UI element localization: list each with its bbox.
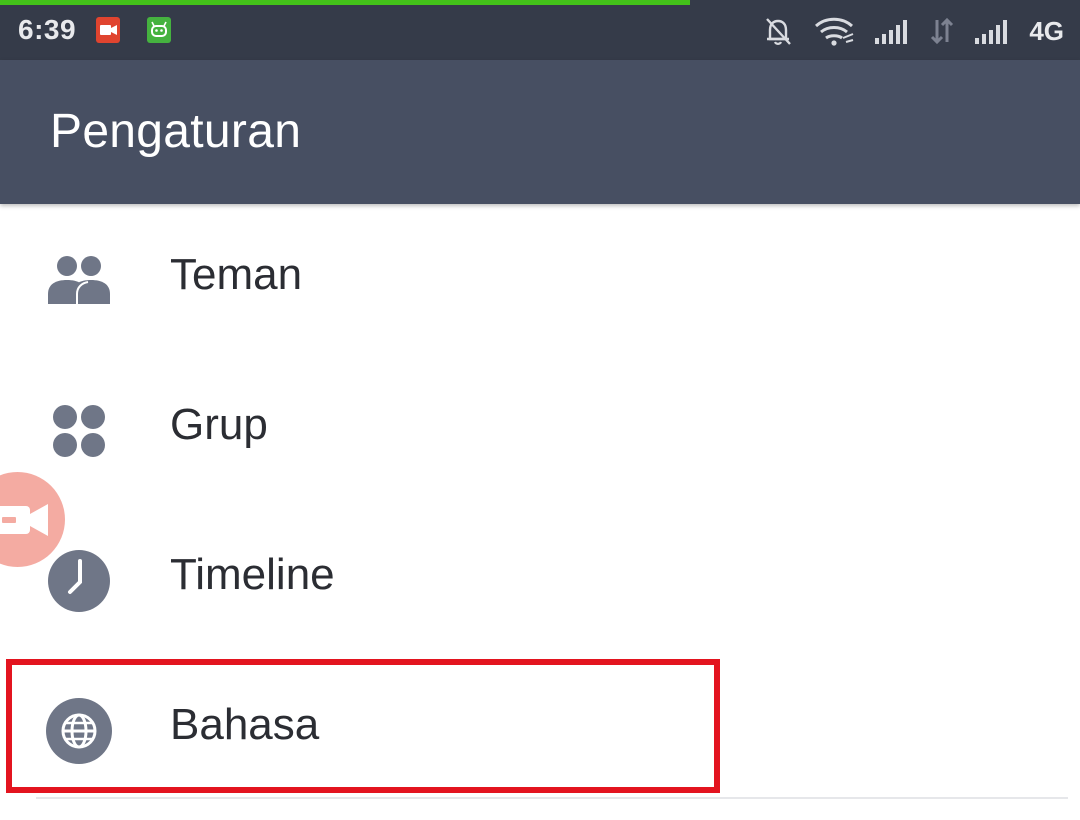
list-divider (36, 797, 1068, 799)
group-icon (53, 405, 105, 457)
silent-bell-icon (766, 18, 792, 45)
wifi-icon (815, 17, 854, 46)
screen: 6:39 4G Pengaturan Teman Grup Timeline B… (0, 0, 1080, 820)
network-type-label: 4G (1029, 15, 1064, 46)
status-bar: 6:39 4G (0, 0, 1080, 60)
loading-progress-line (0, 0, 690, 5)
data-transfer-icon (931, 17, 954, 45)
signal-icon-sim2 (975, 20, 1008, 44)
settings-item-timeline[interactable]: Timeline (0, 506, 1080, 656)
settings-item-label: Timeline (170, 550, 335, 599)
friends-icon (48, 256, 110, 304)
android-app-icon (147, 17, 171, 43)
settings-item-teman[interactable]: Teman (0, 206, 1080, 356)
video-camera-icon (0, 504, 48, 536)
highlight-annotation (6, 659, 720, 793)
page-title: Pengaturan (50, 105, 302, 158)
status-time: 6:39 (18, 14, 77, 45)
settings-item-label: Teman (170, 250, 303, 299)
settings-item-grup[interactable]: Grup (0, 356, 1080, 506)
screen-recorder-floating-button[interactable] (0, 472, 65, 567)
settings-item-label: Grup (170, 400, 268, 449)
status-indicators: 4G (761, 14, 1064, 48)
screen-recorder-icon (96, 17, 120, 43)
app-bar: Pengaturan (0, 60, 1080, 204)
signal-icon-sim1 (875, 20, 908, 44)
